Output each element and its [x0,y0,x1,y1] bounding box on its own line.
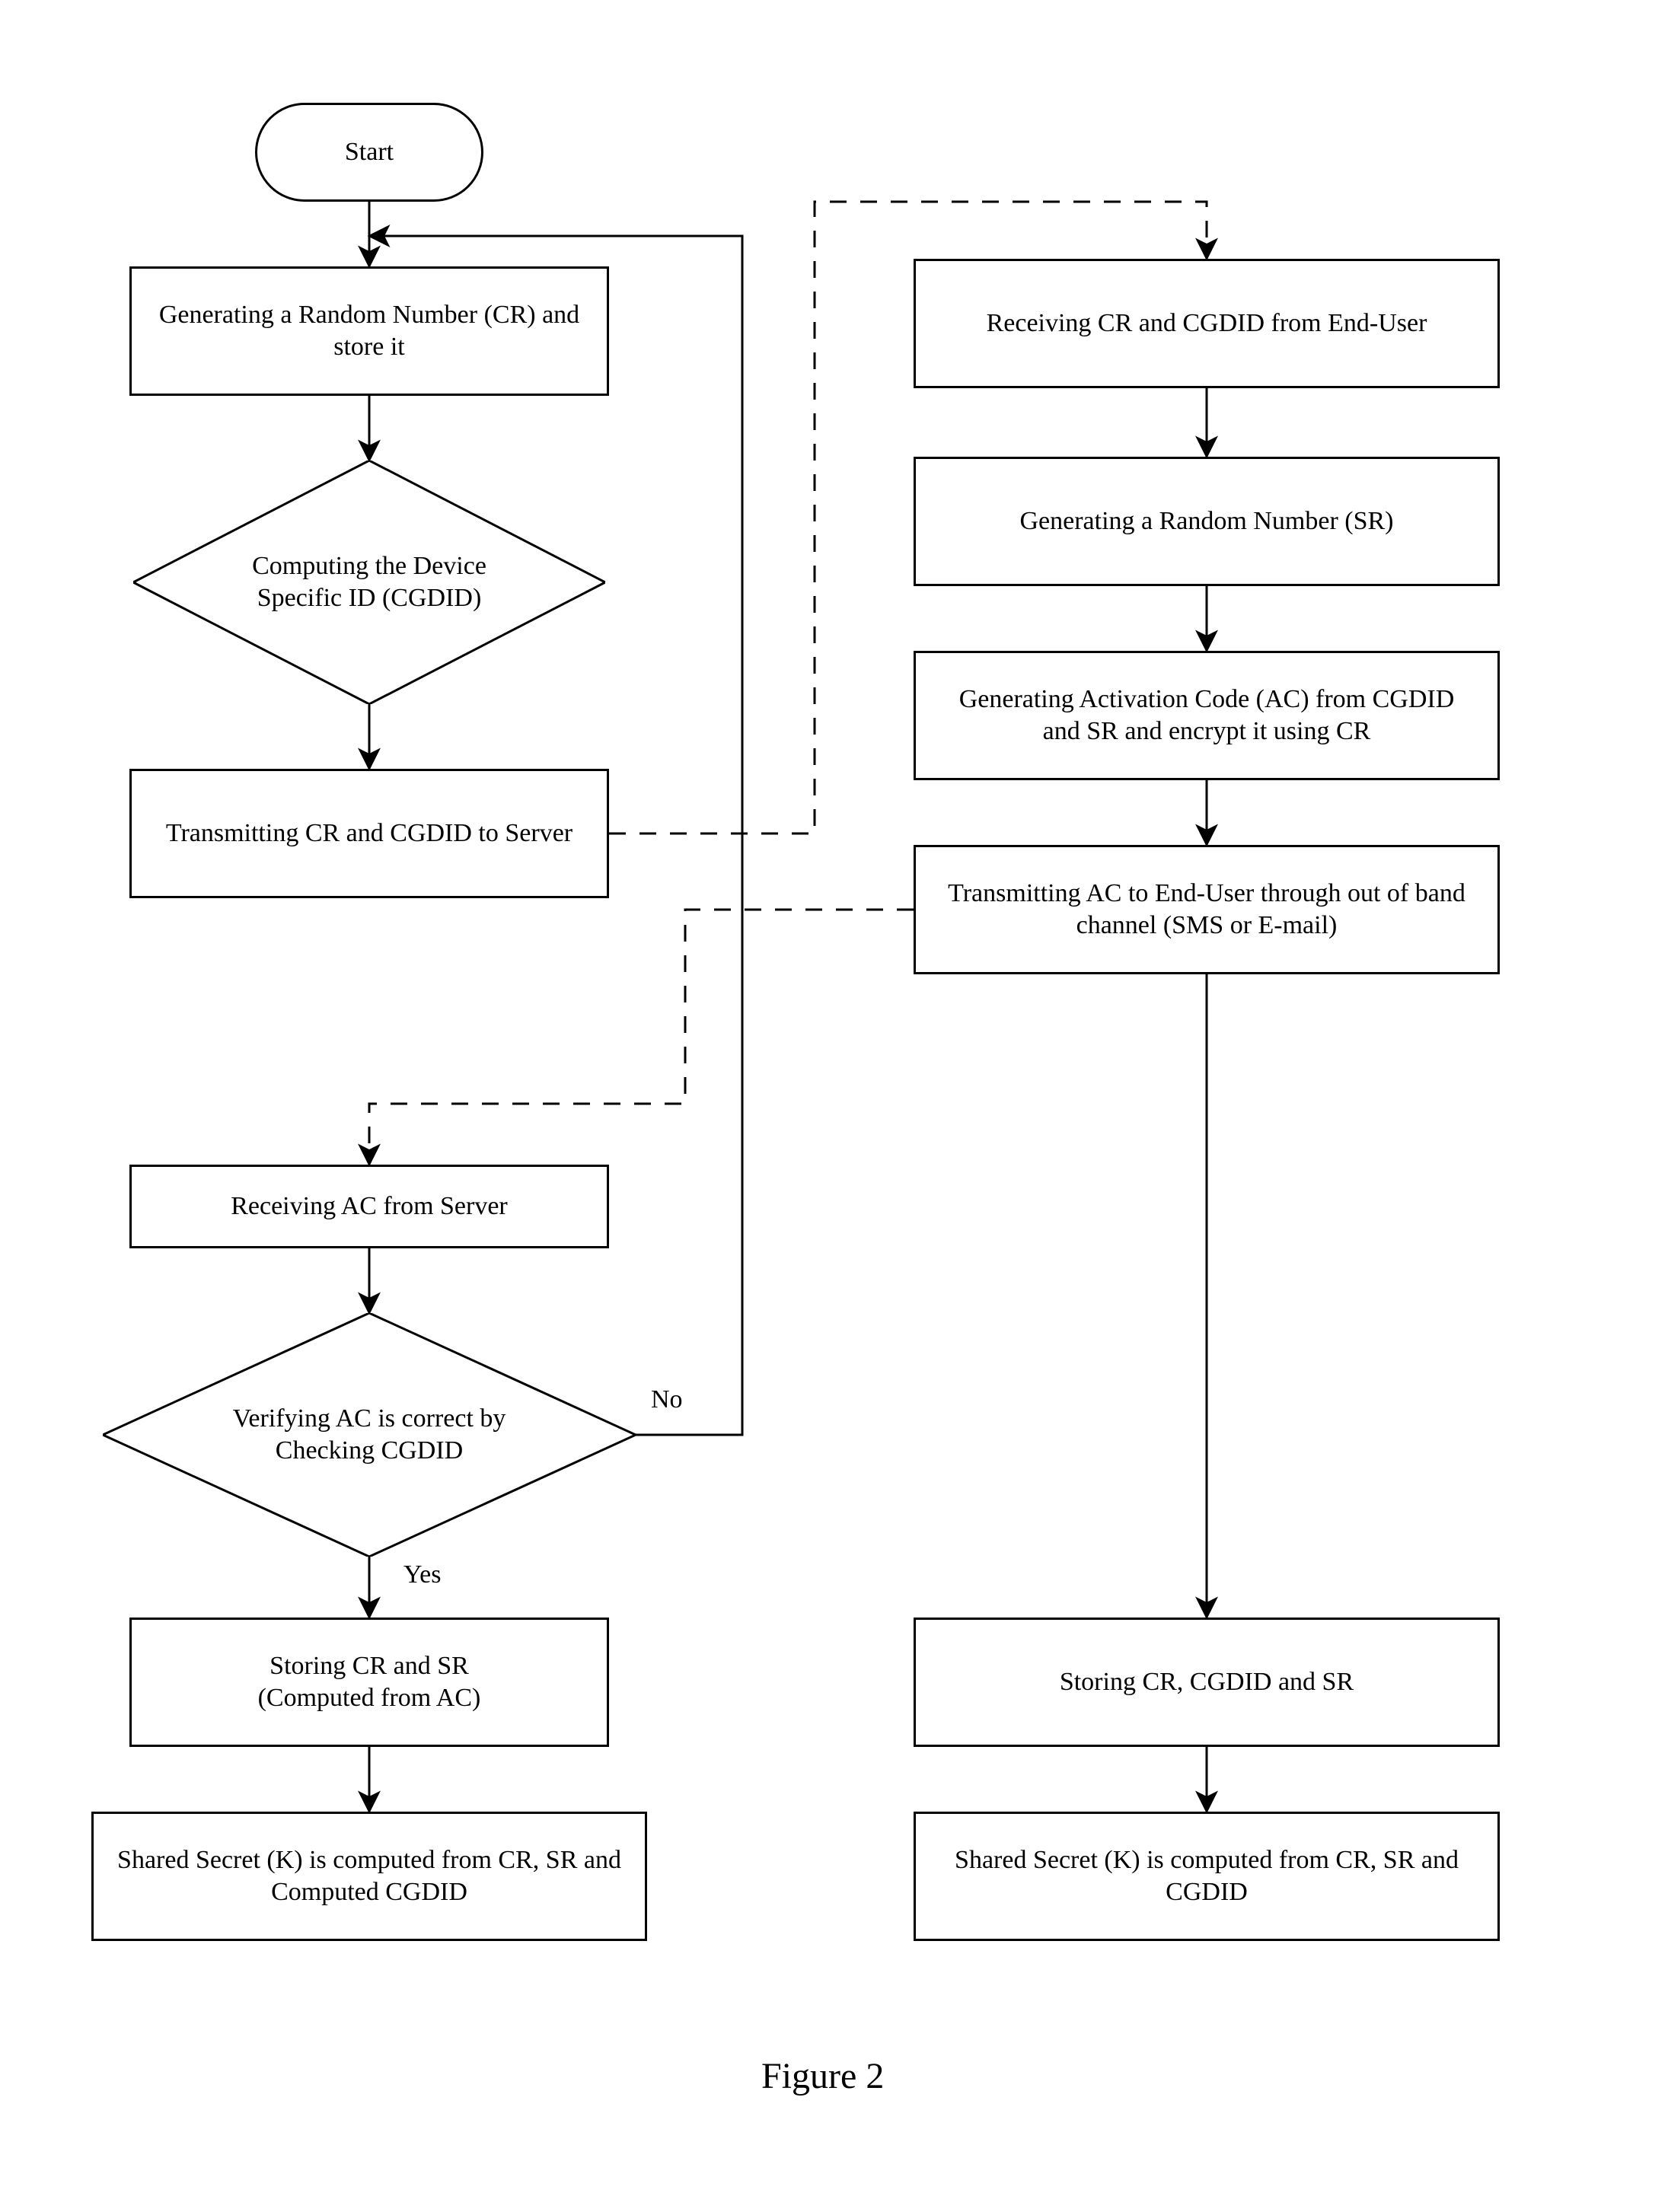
process-generate-cr: Generating a Random Number (CR) and stor… [129,266,609,396]
process-generate-sr-label: Generating a Random Number (SR) [1020,505,1394,538]
process-transmit-to-server-label: Transmitting CR and CGDID to Server [166,818,572,850]
branch-label-no: No [651,1385,683,1414]
process-shared-secret-client-label: Shared Secret (K) is computed from CR, S… [115,1844,624,1909]
decision-compute-cgdid-label: Computing the Device Specific ID (CGDID) [217,550,521,615]
process-generate-ac: Generating Activation Code (AC) from CGD… [914,651,1500,780]
decision-verify-ac-label: Verifying AC is correct by Checking CGDI… [187,1403,552,1468]
process-receive-ac: Receiving AC from Server [129,1165,609,1248]
process-transmit-ac-oob-label: Transmitting AC to End-User through out … [937,878,1476,942]
process-receive-ac-label: Receiving AC from Server [231,1190,508,1223]
process-generate-sr: Generating a Random Number (SR) [914,457,1500,586]
process-generate-ac-label: Generating Activation Code (AC) from CGD… [937,684,1476,748]
process-store-server: Storing CR, CGDID and SR [914,1618,1500,1747]
process-shared-secret-server-label: Shared Secret (K) is computed from CR, S… [937,1844,1476,1909]
figure-caption: Figure 2 [761,2055,884,2097]
process-shared-secret-server: Shared Secret (K) is computed from CR, S… [914,1812,1500,1941]
terminator-start-label: Start [345,136,394,169]
terminator-start: Start [255,103,483,202]
process-store-cr-sr-client: Storing CR and SR (Computed from AC) [129,1618,609,1747]
process-receive-from-user: Receiving CR and CGDID from End-User [914,259,1500,388]
branch-label-yes: Yes [403,1560,441,1589]
process-transmit-to-server: Transmitting CR and CGDID to Server [129,769,609,898]
process-store-cr-sr-client-label: Storing CR and SR (Computed from AC) [258,1650,481,1715]
process-generate-cr-label: Generating a Random Number (CR) and stor… [153,299,585,364]
process-store-server-label: Storing CR, CGDID and SR [1060,1666,1354,1699]
decision-compute-cgdid: Computing the Device Specific ID (CGDID) [133,461,605,704]
decision-verify-ac: Verifying AC is correct by Checking CGDI… [103,1313,636,1557]
flowchart-page: Start Generating a Random Number (CR) an… [0,0,1668,2212]
process-receive-from-user-label: Receiving CR and CGDID from End-User [987,308,1427,340]
process-transmit-ac-oob: Transmitting AC to End-User through out … [914,845,1500,974]
process-shared-secret-client: Shared Secret (K) is computed from CR, S… [91,1812,647,1941]
